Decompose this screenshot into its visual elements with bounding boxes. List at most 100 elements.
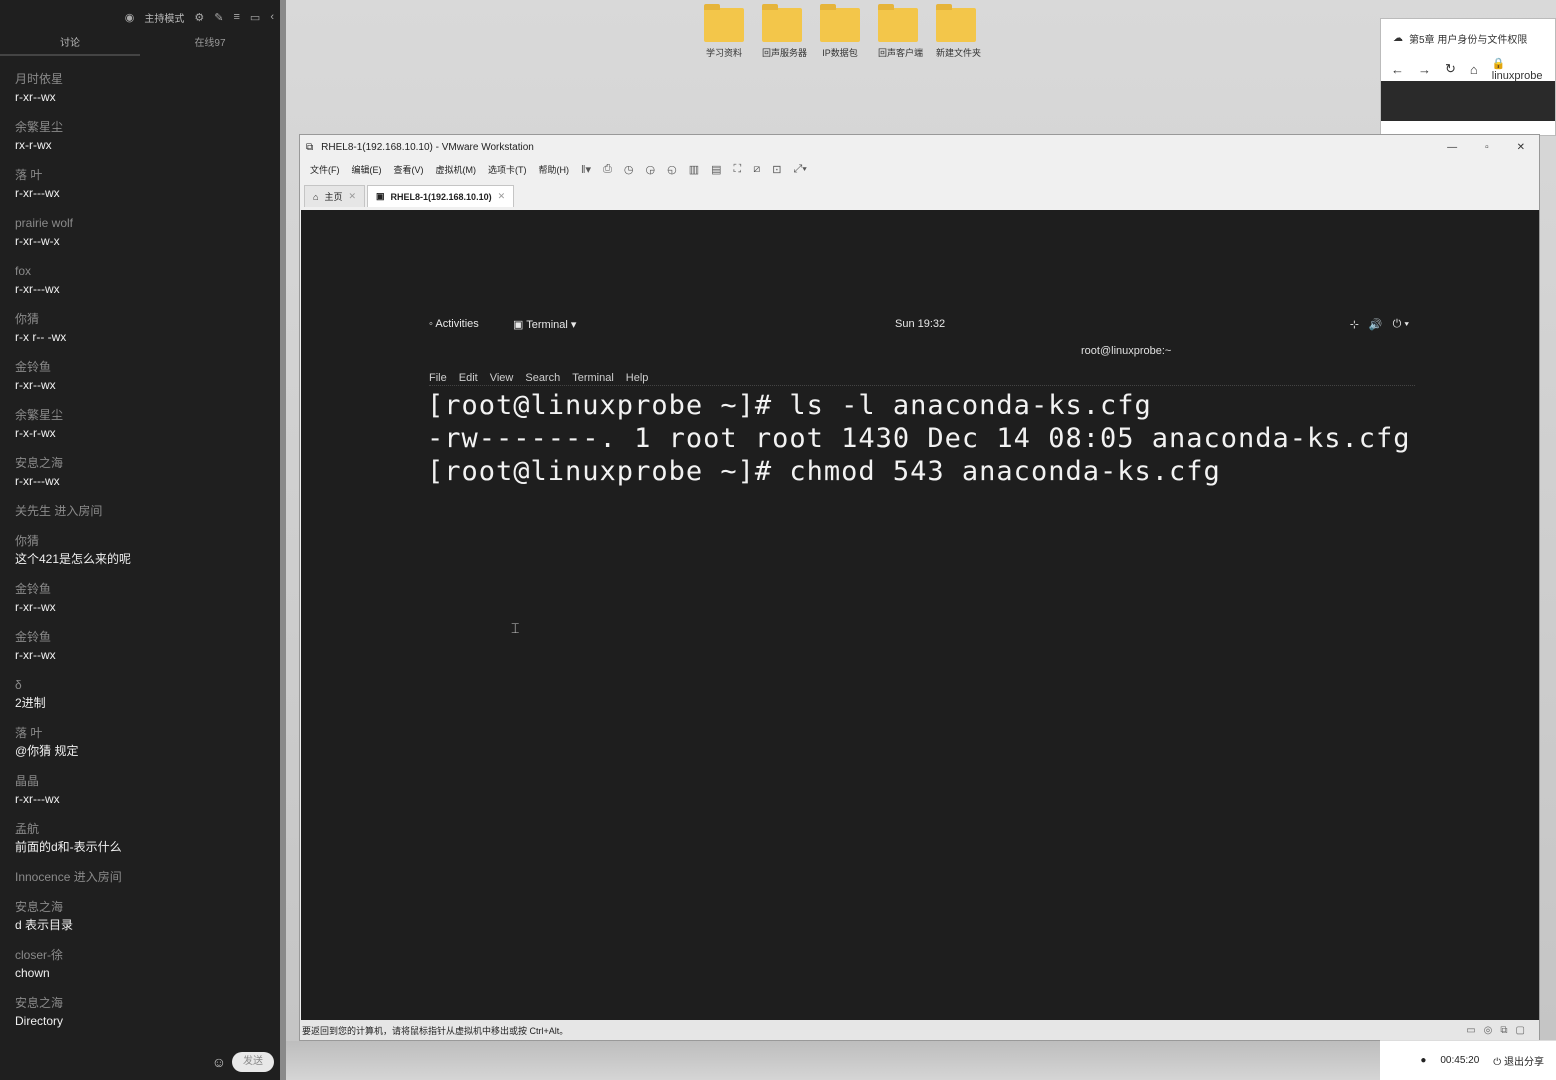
snapshot-manager-icon[interactable]: ◵ <box>667 163 677 176</box>
message-text: r-x-r-wx <box>15 426 56 440</box>
close-icon[interactable]: ✕ <box>1517 142 1525 153</box>
tab-discussion[interactable]: 讨论 <box>0 34 140 56</box>
activities-label: Activities <box>435 318 479 330</box>
terminal-menu-view[interactable]: View <box>490 372 514 385</box>
tab-online[interactable]: 在线97 <box>140 34 280 56</box>
list-item: 安息之海 Directory <box>15 994 280 1042</box>
close-icon[interactable]: ✕ <box>348 191 356 202</box>
cdrom-icon[interactable]: ◎ <box>1484 1025 1493 1036</box>
list-item: 金铃鱼 r-xr--wx <box>15 580 280 628</box>
url-text: linuxprobe <box>1491 69 1543 82</box>
folder-label: 学习资料 <box>705 48 742 58</box>
activities-button[interactable]: ◦ Activities <box>429 318 479 330</box>
tab-vm[interactable]: ▣ RHEL8-1(192.168.10.10) ✕ <box>367 185 515 207</box>
snapshot-icon[interactable]: ◷ <box>624 163 634 176</box>
maximize-icon[interactable]: ▫ <box>1485 142 1489 153</box>
send-button[interactable]: 发送 <box>232 1052 274 1072</box>
list-item: 余繁星尘 r-x-r-wx <box>15 406 280 454</box>
network-icon[interactable]: ⧉ <box>1500 1025 1507 1036</box>
terminal-line: -rw-------. 1 root root 1430 Dec 14 08:0… <box>427 423 1411 454</box>
vmware-icon: ⧉ <box>306 141 314 153</box>
minimize-icon[interactable]: — <box>1447 142 1457 153</box>
message-text: r-x r-- -wx <box>15 330 67 344</box>
sender-name: closer-徐 <box>15 948 64 962</box>
forward-icon[interactable]: → <box>1418 62 1431 77</box>
stop-share-label: 退出分享 <box>1504 1057 1544 1068</box>
sender-name: 落 叶 <box>15 168 43 182</box>
sidebar-icon[interactable]: ▥ <box>689 163 699 176</box>
send-keys-icon[interactable]: ⎙ <box>603 163 612 176</box>
volume-icon: 🔊 <box>1368 319 1383 331</box>
stop-share-button[interactable]: ⏻ 退出分享 <box>1493 1053 1544 1068</box>
list-item: 你猜 r-x r-- -wx <box>15 310 280 358</box>
list-item: 孟航 前面的d和-表示什么 <box>15 820 280 868</box>
app-menu[interactable]: ▣ Terminal ▾ <box>513 318 576 331</box>
desktop-folder[interactable]: IP数据包 <box>820 4 860 59</box>
clock[interactable]: Sun 19:32 <box>895 318 945 330</box>
message-text: d 表示目录 <box>15 918 74 932</box>
address-bar[interactable]: 🔒 linuxprobe <box>1492 57 1555 82</box>
menu-view[interactable]: 查看(V) <box>394 163 424 176</box>
settings-icon[interactable]: ⚙ <box>194 11 204 24</box>
emoji-icon[interactable]: ☺ <box>212 1054 226 1070</box>
reload-icon[interactable]: ↻ <box>1445 61 1456 77</box>
list-item: 余繁星尘 rx-r-wx <box>15 118 280 166</box>
system-notice: 关先生 进入房间 <box>15 504 103 518</box>
menu-edit[interactable]: 编辑(E) <box>352 163 382 176</box>
terminal-menu-search[interactable]: Search <box>525 372 560 385</box>
edit-icon[interactable]: ✎ <box>214 11 223 24</box>
fullscreen-icon[interactable]: ⛶ <box>734 163 742 176</box>
desktop-folder[interactable]: 回声服务器 <box>762 4 807 59</box>
minimize-icon[interactable]: ▭ <box>250 11 260 24</box>
browser-tab[interactable]: ☁ 第5章 用户身份与文件权限 <box>1381 19 1555 57</box>
menu-tabs[interactable]: 选项卡(T) <box>488 163 527 176</box>
list-item: 晶晶 r-xr---wx <box>15 772 280 820</box>
sender-name: 余繁星尘 <box>15 408 64 422</box>
desktop-folder[interactable]: 学习资料 <box>704 4 744 59</box>
status-text: 要返回到您的计算机，请将鼠标指针从虚拟机中移出或按 Ctrl+Alt。 <box>302 1025 569 1036</box>
revert-snapshot-icon[interactable]: ◶ <box>646 163 656 176</box>
network-icon: ⊹ <box>1349 319 1359 331</box>
close-icon[interactable]: ✕ <box>498 191 506 202</box>
menu-icon[interactable]: ≡ <box>234 11 240 23</box>
message-text: r-xr---wx <box>15 282 60 296</box>
collapse-icon[interactable]: ‹ <box>270 11 274 23</box>
display-icon[interactable]: ▢ <box>1516 1025 1525 1036</box>
message-text: Directory <box>15 1014 64 1028</box>
menu-help[interactable]: 帮助(H) <box>539 163 570 176</box>
hdd-icon[interactable]: ▭ <box>1466 1025 1475 1036</box>
terminal-menubar: File Edit View Search Terminal Help <box>429 372 1415 386</box>
terminal-menu-help[interactable]: Help <box>626 372 649 385</box>
list-item: fox r-xr---wx <box>15 262 280 310</box>
unity-icon[interactable]: ⧄ <box>753 163 760 176</box>
terminal-menu-file[interactable]: File <box>429 372 447 385</box>
sender-name: 金铃鱼 <box>15 360 52 374</box>
sender-name: 金铃鱼 <box>15 582 52 596</box>
thumbnail-icon[interactable]: ▤ <box>711 163 721 176</box>
tab-home[interactable]: ⌂ 主页 ✕ <box>304 185 365 207</box>
sender-name: prairie wolf <box>15 216 74 230</box>
terminal-line: [root@linuxprobe ~]# ls -l anaconda-ks.c… <box>427 390 1152 421</box>
message-text: chown <box>15 966 50 980</box>
vm-screen[interactable]: ◦ Activities ▣ Terminal ▾ Sun 19:32 ⊹ 🔊 … <box>301 210 1539 1022</box>
pause-icon[interactable]: ‖▾ <box>581 163 591 176</box>
menu-file[interactable]: 文件(F) <box>310 163 340 176</box>
home-icon[interactable]: ⌂ <box>1470 62 1478 77</box>
stretch-icon[interactable]: ⤢▾ <box>793 163 806 176</box>
menu-vm[interactable]: 虚拟机(M) <box>436 163 477 176</box>
vmware-tabs: ⌂ 主页 ✕ ▣ RHEL8-1(192.168.10.10) ✕ <box>300 179 1539 207</box>
taskbar: ● 00:45:20 ⏻ 退出分享 <box>1380 1040 1556 1080</box>
desktop-folder[interactable]: 新建文件夹 <box>936 4 981 59</box>
tab-label: 主页 <box>324 192 343 202</box>
console-icon[interactable]: ⊡ <box>772 163 781 176</box>
terminal-menu-edit[interactable]: Edit <box>459 372 478 385</box>
sender-name: 你猜 <box>15 534 40 548</box>
message-text: r-xr--w-x <box>15 234 60 248</box>
desktop-folder[interactable]: 回声客户端 <box>878 4 923 59</box>
chat-footer: ☺ 发送 <box>212 1052 274 1072</box>
terminal-menu-terminal[interactable]: Terminal <box>572 372 614 385</box>
sender-name: 安息之海 <box>15 456 64 470</box>
back-icon[interactable]: ← <box>1391 62 1404 77</box>
terminal-output[interactable]: [root@linuxprobe ~]# ls -l anaconda-ks.c… <box>427 390 1411 489</box>
system-tray[interactable]: ⊹ 🔊 ⏻ ▾ <box>1350 318 1409 331</box>
